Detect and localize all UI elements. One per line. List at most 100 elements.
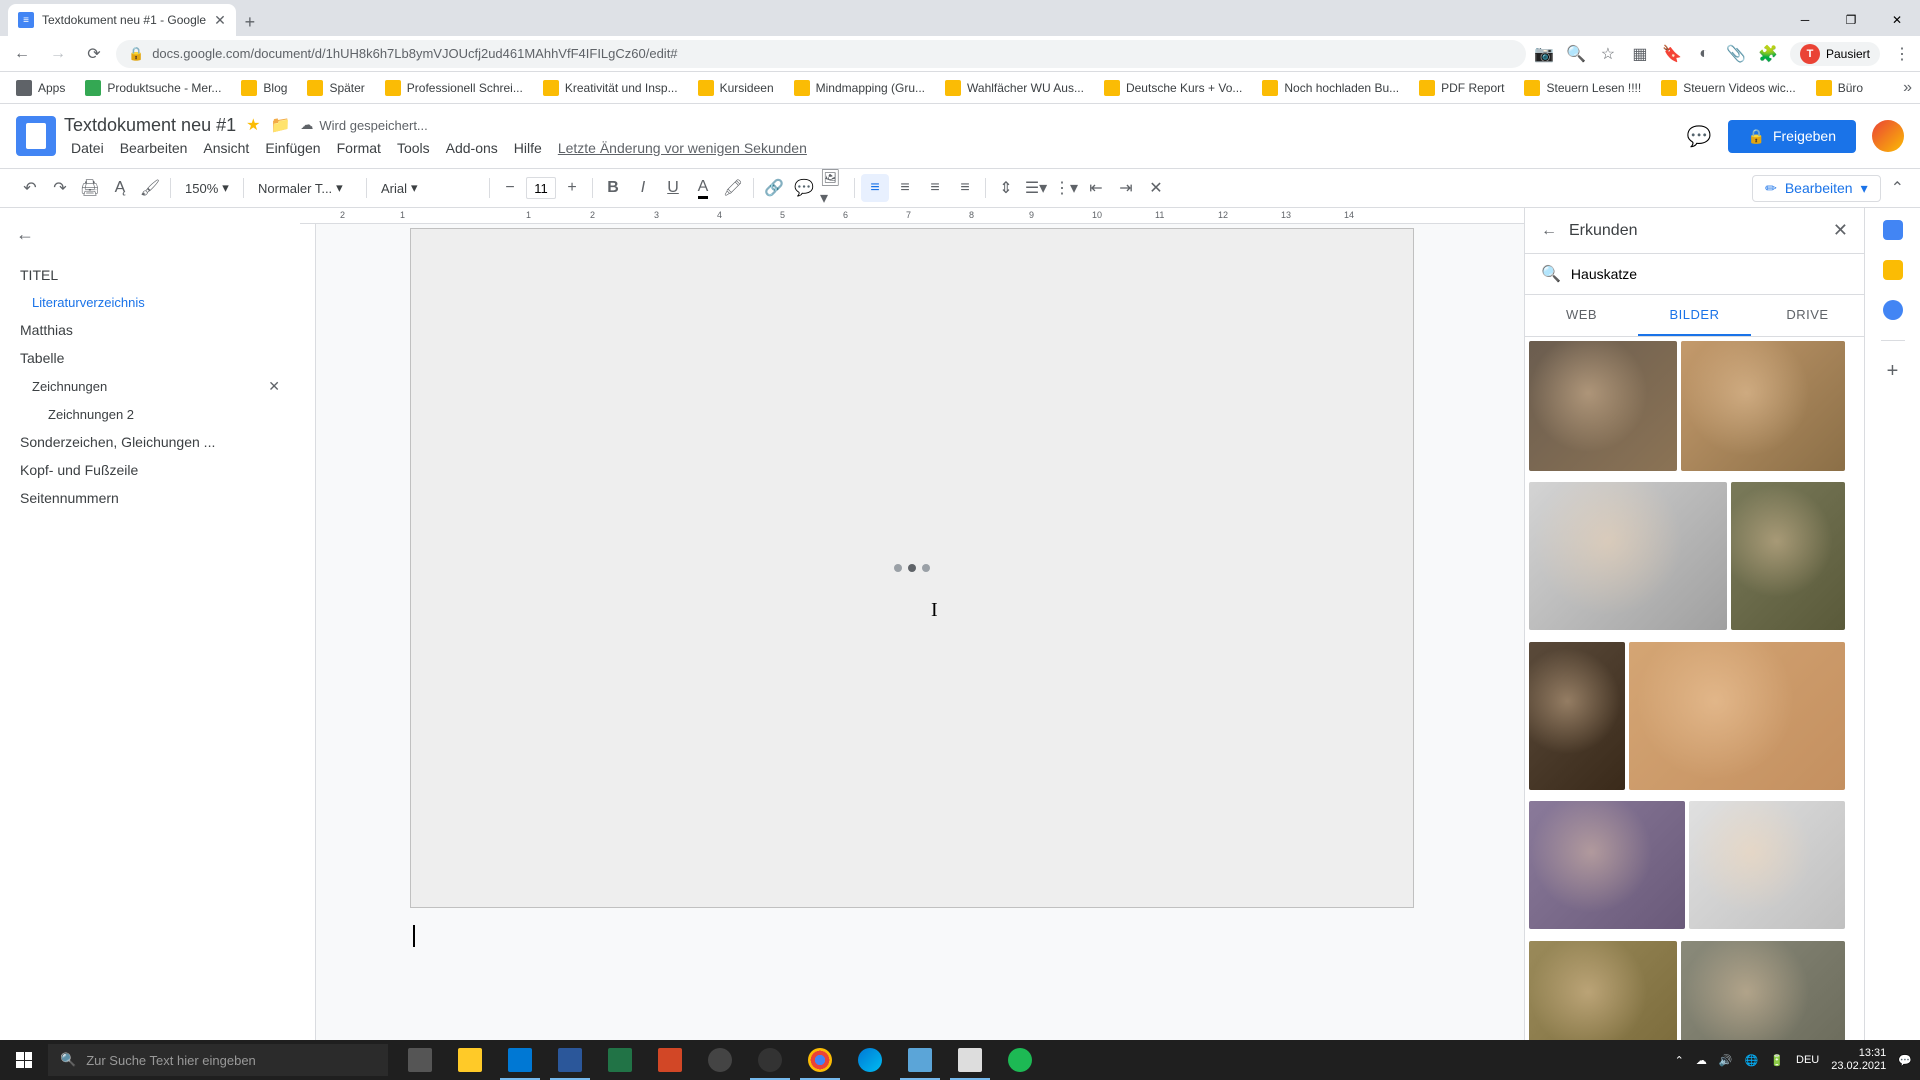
address-bar[interactable]: 🔒 docs.google.com/document/d/1hUH8k6h7Lb… — [116, 40, 1526, 68]
align-center-button[interactable]: ≡ — [891, 174, 919, 202]
bookmark-item[interactable]: Steuern Lesen !!!! — [1516, 76, 1649, 100]
bookmark-item[interactable]: Später — [299, 76, 372, 100]
zoom-icon[interactable]: 🔍 — [1566, 44, 1586, 64]
outline-item[interactable]: Kopf- und Fußzeile — [16, 456, 284, 484]
clear-format-button[interactable]: ✕ — [1142, 174, 1170, 202]
image-result[interactable] — [1529, 341, 1677, 471]
outline-item[interactable]: Seitennummern — [16, 484, 284, 512]
menu-icon[interactable]: ⋮ — [1892, 44, 1912, 64]
text-color-button[interactable]: A — [689, 174, 717, 202]
collapse-toolbar-button[interactable]: ⌃ — [1891, 178, 1904, 198]
clip-icon[interactable]: 📎 — [1726, 44, 1746, 64]
task-view-button[interactable] — [396, 1040, 444, 1080]
font-size-input[interactable]: 11 — [526, 177, 556, 199]
close-icon[interactable]: ✕ — [1833, 220, 1848, 241]
document-title[interactable]: Textdokument neu #1 — [64, 115, 236, 136]
outline-item[interactable]: Sonderzeichen, Gleichungen ... — [16, 428, 284, 456]
line-spacing-button[interactable]: ⇕ — [992, 174, 1020, 202]
bookmark-item[interactable]: Wahlfächer WU Aus... — [937, 76, 1092, 100]
excel-taskbar-icon[interactable] — [596, 1040, 644, 1080]
horizontal-ruler[interactable]: 2 1 1 2 3 4 5 6 7 8 9 10 11 12 13 14 — [300, 208, 1524, 224]
obs-taskbar-icon[interactable] — [746, 1040, 794, 1080]
tray-volume-icon[interactable]: 🔊 — [1719, 1054, 1733, 1067]
bookmark-item[interactable]: Steuern Videos wic... — [1653, 76, 1804, 100]
print-button[interactable]: 🖨 — [76, 174, 104, 202]
tray-clock[interactable]: 13:31 23.02.2021 — [1831, 1047, 1886, 1073]
incognito-icon[interactable]: ◐ — [1694, 44, 1714, 64]
back-button[interactable]: ← — [8, 40, 36, 68]
tray-language[interactable]: DEU — [1796, 1054, 1819, 1066]
camera-icon[interactable]: 📷 — [1534, 44, 1554, 64]
minimize-button[interactable]: ─ — [1782, 4, 1828, 36]
bookmark-item[interactable]: Kreativität und Insp... — [535, 76, 686, 100]
increase-indent-button[interactable]: ⇥ — [1112, 174, 1140, 202]
comment-button[interactable]: 💬 — [790, 174, 818, 202]
tray-battery-icon[interactable]: 🔋 — [1770, 1054, 1784, 1067]
menu-tools[interactable]: Tools — [390, 138, 437, 158]
extensions-icon[interactable]: 🧩 — [1758, 44, 1778, 64]
menu-addons[interactable]: Add-ons — [439, 138, 505, 158]
paint-format-button[interactable]: 🖌 — [136, 174, 164, 202]
font-size-decrease[interactable]: − — [496, 174, 524, 202]
image-result[interactable] — [1681, 341, 1845, 471]
menu-ansicht[interactable]: Ansicht — [196, 138, 256, 158]
calendar-icon[interactable] — [1883, 220, 1903, 240]
outline-item[interactable]: Zeichnungen✕ — [16, 372, 284, 401]
outline-back-button[interactable]: ← — [16, 224, 284, 245]
taskbar-search[interactable]: 🔍 Zur Suche Text hier eingeben — [48, 1044, 388, 1076]
bookmark-item[interactable]: Blog — [233, 76, 295, 100]
move-folder-icon[interactable]: 📁 — [270, 115, 290, 135]
zoom-select[interactable]: 150%▾ — [177, 174, 237, 202]
powerpoint-taskbar-icon[interactable] — [646, 1040, 694, 1080]
outline-item[interactable]: Zeichnungen 2 — [16, 401, 284, 428]
docs-logo[interactable] — [16, 116, 56, 156]
share-button[interactable]: 🔒 Freigeben — [1728, 120, 1856, 153]
bookmark-item[interactable]: Büro — [1808, 76, 1871, 100]
explore-tab-web[interactable]: WEB — [1525, 295, 1638, 336]
tray-cloud-icon[interactable]: ☁ — [1696, 1054, 1707, 1067]
highlight-button[interactable]: 🖍 — [719, 174, 747, 202]
bookmark-item[interactable]: Kursideen — [690, 76, 782, 100]
tray-notifications-icon[interactable]: 💬 — [1898, 1054, 1912, 1067]
add-addon-button[interactable]: + — [1883, 361, 1903, 381]
keep-icon[interactable] — [1883, 260, 1903, 280]
menu-datei[interactable]: Datei — [64, 138, 111, 158]
explorer-taskbar-icon[interactable] — [446, 1040, 494, 1080]
document-canvas[interactable]: 2 1 1 2 3 4 5 6 7 8 9 10 11 12 13 14 — [300, 208, 1524, 1080]
explore-back-button[interactable]: ← — [1541, 222, 1557, 240]
chrome-taskbar-icon[interactable] — [796, 1040, 844, 1080]
italic-button[interactable]: I — [629, 174, 657, 202]
notepad-taskbar-icon[interactable] — [896, 1040, 944, 1080]
start-button[interactable] — [0, 1040, 48, 1080]
bookmark-ext-icon[interactable]: 🔖 — [1662, 44, 1682, 64]
image-result[interactable] — [1529, 482, 1727, 630]
font-size-increase[interactable]: + — [558, 174, 586, 202]
comments-icon[interactable]: 💬 — [1687, 124, 1712, 149]
star-icon[interactable]: ★ — [246, 115, 260, 135]
word-taskbar-icon[interactable] — [546, 1040, 594, 1080]
spotify-taskbar-icon[interactable] — [996, 1040, 1044, 1080]
tab-close-icon[interactable]: ✕ — [214, 12, 226, 29]
mail-taskbar-icon[interactable] — [496, 1040, 544, 1080]
style-select[interactable]: Normaler T...▾ — [250, 174, 360, 202]
new-tab-button[interactable]: + — [236, 8, 264, 36]
explore-search[interactable]: 🔍 — [1525, 254, 1864, 295]
user-avatar[interactable] — [1872, 120, 1904, 152]
undo-button[interactable]: ↶ — [16, 174, 44, 202]
edit-mode-select[interactable]: ✏ Bearbeiten ▾ — [1752, 175, 1880, 202]
menu-format[interactable]: Format — [330, 138, 388, 158]
image-result[interactable] — [1629, 642, 1845, 790]
bookmark-item[interactable]: PDF Report — [1411, 76, 1512, 100]
close-icon[interactable]: ✕ — [268, 378, 280, 395]
align-justify-button[interactable]: ≡ — [951, 174, 979, 202]
menu-einfuegen[interactable]: Einfügen — [258, 138, 327, 158]
outline-item[interactable]: TITEL — [16, 261, 284, 289]
numbered-list-button[interactable]: ☰▾ — [1022, 174, 1050, 202]
outline-item[interactable]: Literaturverzeichnis — [16, 289, 284, 316]
qr-icon[interactable]: ▦ — [1630, 44, 1650, 64]
tray-chevron-icon[interactable]: ⌃ — [1675, 1054, 1684, 1067]
spellcheck-button[interactable]: Ą — [106, 174, 134, 202]
align-left-button[interactable]: ≡ — [861, 174, 889, 202]
image-result[interactable] — [1731, 482, 1845, 630]
explore-tab-bilder[interactable]: BILDER — [1638, 295, 1751, 336]
